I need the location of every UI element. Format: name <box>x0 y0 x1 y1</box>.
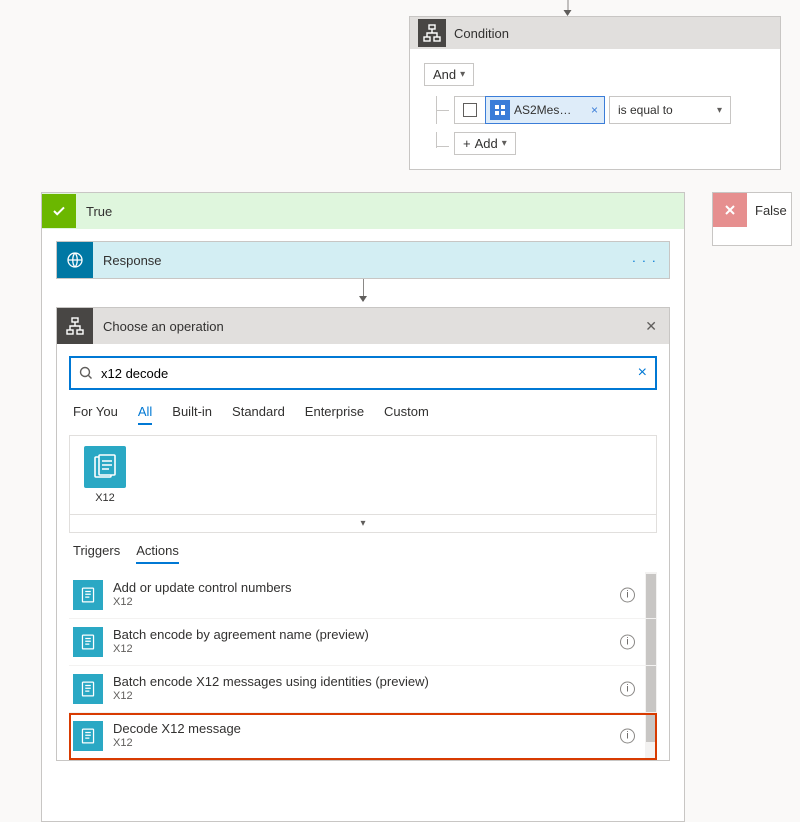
condition-operand-token[interactable]: AS2Mes… × <box>485 96 605 124</box>
close-icon <box>713 193 747 227</box>
condition-header[interactable]: Condition <box>410 17 780 49</box>
response-title: Response <box>103 253 628 268</box>
choose-operation-header: Choose an operation ✕ <box>57 308 669 344</box>
condition-operator[interactable]: is equal to ▾ <box>609 96 731 124</box>
action-item[interactable]: Batch encode X12 messages using identiti… <box>69 666 657 713</box>
operation-icon <box>57 308 93 344</box>
action-item-decode-x12[interactable]: Decode X12 message X12 i <box>69 713 657 760</box>
response-menu[interactable]: · · · <box>628 253 661 268</box>
true-branch-body: Response · · · Choose an operation ✕ <box>42 229 684 821</box>
condition-checkbox[interactable] <box>454 96 486 124</box>
chevron-down-icon: ▾ <box>360 518 365 529</box>
choose-operation-panel: Choose an operation ✕ × For You All Buil… <box>56 307 670 761</box>
filter-all[interactable]: All <box>138 404 152 425</box>
true-branch-label: True <box>86 204 112 219</box>
plus-icon: + <box>463 136 471 151</box>
flow-arrow <box>56 279 670 307</box>
info-icon[interactable]: i <box>620 682 635 697</box>
response-header[interactable]: Response · · · <box>57 242 669 278</box>
token-label: AS2Mes… <box>514 103 571 117</box>
condition-add-row: + Add ▾ <box>424 132 766 155</box>
x12-icon <box>73 627 103 657</box>
tree-line <box>436 132 454 148</box>
operation-search[interactable]: × <box>69 356 657 390</box>
x12-icon <box>73 674 103 704</box>
trigger-action-tabs: Triggers Actions <box>73 543 653 564</box>
action-list: Add or update control numbers X12 i Batc… <box>69 572 657 760</box>
action-connector: X12 <box>113 737 637 751</box>
action-connector: X12 <box>113 690 637 704</box>
condition-add-label: Add <box>475 136 498 151</box>
chevron-down-icon: ▾ <box>502 138 507 149</box>
x12-icon <box>84 446 126 488</box>
condition-connector-label: And <box>433 67 456 82</box>
condition-icon <box>418 19 446 47</box>
condition-row: AS2Mes… × is equal to ▾ <box>424 96 766 124</box>
condition-card: Condition And ▾ AS2Mes… × is equal to ▾ <box>409 16 781 170</box>
condition-title: Condition <box>454 26 509 41</box>
x12-icon <box>73 721 103 751</box>
condition-connector[interactable]: And ▾ <box>424 63 474 86</box>
chevron-down-icon: ▾ <box>460 69 465 80</box>
action-name: Add or update control numbers <box>113 580 637 596</box>
connector-tile-label: X12 <box>95 492 115 504</box>
globe-icon <box>57 242 93 278</box>
action-name: Decode X12 message <box>113 721 637 737</box>
info-icon[interactable]: i <box>620 729 635 744</box>
action-text: Add or update control numbers X12 <box>113 580 637 610</box>
x12-icon <box>73 580 103 610</box>
false-branch-header[interactable]: False <box>713 193 791 227</box>
tab-actions[interactable]: Actions <box>136 543 179 564</box>
token-remove[interactable]: × <box>589 103 600 117</box>
action-text: Decode X12 message X12 <box>113 721 637 751</box>
action-name: Batch encode X12 messages using identiti… <box>113 674 637 690</box>
tree-line <box>436 96 454 124</box>
choose-body: × For You All Built-in Standard Enterpri… <box>57 344 669 760</box>
info-icon[interactable]: i <box>620 588 635 603</box>
operation-search-input[interactable] <box>101 366 630 381</box>
connector-grid: X12 <box>69 435 657 515</box>
choose-close[interactable]: ✕ <box>641 318 661 335</box>
filter-standard[interactable]: Standard <box>232 404 285 425</box>
action-text: Batch encode X12 messages using identiti… <box>113 674 637 704</box>
token-icon <box>490 100 510 120</box>
filter-custom[interactable]: Custom <box>384 404 429 425</box>
tab-triggers[interactable]: Triggers <box>73 543 120 564</box>
choose-operation-title: Choose an operation <box>103 319 641 334</box>
condition-operator-label: is equal to <box>618 103 673 117</box>
action-name: Batch encode by agreement name (preview) <box>113 627 637 643</box>
true-branch: True Response · · · Choose an operation … <box>41 192 685 822</box>
connector-tile-x12[interactable]: X12 <box>80 446 130 504</box>
condition-add-button[interactable]: + Add ▾ <box>454 132 516 155</box>
action-connector: X12 <box>113 596 637 610</box>
action-text: Batch encode by agreement name (preview)… <box>113 627 637 657</box>
action-item[interactable]: Batch encode by agreement name (preview)… <box>69 619 657 666</box>
action-connector: X12 <box>113 643 637 657</box>
action-item[interactable]: Add or update control numbers X12 i <box>69 572 657 619</box>
filter-builtin[interactable]: Built-in <box>172 404 212 425</box>
condition-body: And ▾ AS2Mes… × is equal to ▾ + Add <box>410 49 780 169</box>
response-panel: Response · · · <box>56 241 670 279</box>
chevron-down-icon: ▾ <box>717 105 722 116</box>
false-branch-label: False <box>755 203 787 218</box>
filter-foryou[interactable]: For You <box>73 404 118 425</box>
filter-enterprise[interactable]: Enterprise <box>305 404 364 425</box>
false-branch: False <box>712 192 792 246</box>
search-icon <box>79 366 93 380</box>
search-clear[interactable]: × <box>638 364 647 382</box>
true-branch-header[interactable]: True <box>42 193 684 229</box>
flow-arrow-top <box>568 0 569 15</box>
info-icon[interactable]: i <box>620 635 635 650</box>
expand-connectors[interactable]: ▾ <box>69 515 657 533</box>
check-icon <box>42 194 76 228</box>
operation-filter-tabs: For You All Built-in Standard Enterprise… <box>73 404 653 425</box>
